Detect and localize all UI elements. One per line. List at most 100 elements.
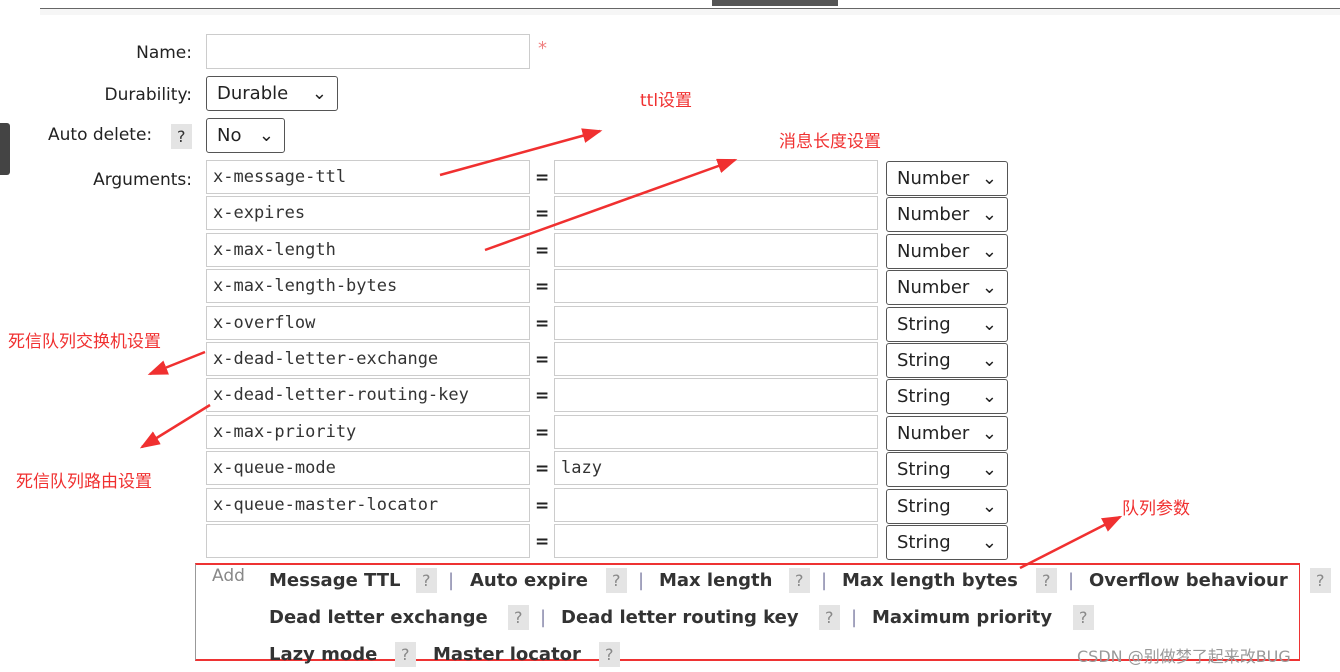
name-label: Name: bbox=[136, 43, 192, 63]
argument-value-input[interactable] bbox=[554, 378, 878, 413]
add-link[interactable]: Message TTL bbox=[269, 570, 401, 591]
help-icon[interactable]: ? bbox=[819, 605, 840, 630]
add-link[interactable]: Master locator bbox=[433, 644, 581, 665]
help-icon[interactable]: ? bbox=[508, 605, 529, 630]
argument-key-input[interactable] bbox=[206, 524, 530, 558]
add-link[interactable]: Maximum priority bbox=[872, 607, 1052, 628]
argument-value-input[interactable] bbox=[554, 232, 878, 267]
add-link[interactable]: Dead letter exchange bbox=[269, 607, 488, 628]
argument-key-input[interactable]: x-max-length bbox=[206, 232, 530, 267]
chevron-down-icon: ⌄ bbox=[981, 495, 997, 517]
chevron-down-icon: ⌄ bbox=[311, 83, 327, 104]
argument-type-value: Number bbox=[897, 240, 970, 262]
argument-key-input[interactable]: x-dead-letter-routing-key bbox=[206, 378, 530, 413]
arrow-dlx bbox=[147, 350, 206, 376]
annotation-dlrk: 死信队列路由设置 bbox=[16, 472, 152, 492]
arguments-label: Arguments: bbox=[93, 170, 192, 190]
argument-type-select[interactable]: Number ⌄ bbox=[886, 270, 1008, 306]
separator: | bbox=[540, 607, 547, 628]
chevron-down-icon: ⌄ bbox=[981, 240, 997, 262]
chevron-down-icon: ⌄ bbox=[981, 422, 997, 444]
argument-key-input[interactable]: x-expires bbox=[206, 196, 530, 231]
help-icon[interactable]: ? bbox=[1310, 568, 1331, 593]
argument-type-value: String bbox=[897, 459, 951, 481]
chevron-down-icon: ⌄ bbox=[981, 459, 997, 481]
equals-sign: = bbox=[535, 386, 550, 407]
add-link[interactable]: Max length bbox=[659, 570, 772, 591]
add-link[interactable]: Auto expire bbox=[470, 570, 588, 591]
argument-key-input[interactable]: x-overflow bbox=[206, 305, 530, 340]
equals-sign: = bbox=[535, 313, 550, 334]
argument-type-value: Number bbox=[897, 277, 970, 299]
argument-value-input[interactable] bbox=[554, 487, 878, 522]
argument-type-select[interactable]: String ⌄ bbox=[886, 488, 1008, 524]
argument-value-input[interactable]: lazy bbox=[554, 451, 878, 486]
help-icon[interactable]: ? bbox=[1036, 568, 1057, 593]
name-input[interactable] bbox=[206, 34, 530, 69]
help-icon[interactable]: ? bbox=[599, 642, 620, 667]
help-icon[interactable]: ? bbox=[395, 642, 416, 667]
durability-value: Durable bbox=[217, 83, 289, 104]
chevron-down-icon: ⌄ bbox=[981, 204, 997, 226]
required-mark: * bbox=[538, 38, 547, 59]
argument-key-input[interactable]: x-max-length-bytes bbox=[206, 269, 530, 304]
argument-value-input[interactable] bbox=[554, 196, 878, 231]
argument-value-input[interactable] bbox=[554, 342, 878, 376]
durability-select[interactable]: Durable ⌄ bbox=[206, 76, 338, 111]
argument-type-select[interactable]: Number ⌄ bbox=[886, 197, 1008, 233]
help-icon[interactable]: ? bbox=[416, 568, 437, 593]
argument-type-value: String bbox=[897, 532, 951, 553]
add-link[interactable]: Dead letter routing key bbox=[561, 607, 799, 628]
equals-sign: = bbox=[535, 204, 550, 225]
chevron-down-icon: ⌄ bbox=[981, 532, 997, 553]
watermark: CSDN @别做梦了起来改BUG bbox=[1077, 647, 1291, 666]
equals-sign: = bbox=[535, 277, 550, 298]
help-icon[interactable]: ? bbox=[1073, 605, 1094, 630]
argument-value-input[interactable] bbox=[554, 269, 878, 304]
argument-value-input[interactable] bbox=[554, 160, 878, 194]
add-link[interactable]: Max length bytes bbox=[842, 570, 1018, 591]
add-link[interactable]: Overflow behaviour bbox=[1089, 570, 1288, 591]
durability-label: Durability: bbox=[104, 85, 192, 105]
argument-type-select[interactable]: Number ⌄ bbox=[886, 415, 1008, 451]
argument-type-value: String bbox=[897, 386, 951, 408]
auto-delete-select[interactable]: No ⌄ bbox=[206, 118, 285, 153]
auto-delete-label: Auto delete: bbox=[48, 125, 153, 145]
argument-value-input[interactable] bbox=[554, 305, 878, 340]
side-widget[interactable] bbox=[0, 123, 10, 175]
argument-type-select[interactable]: Number ⌄ bbox=[886, 161, 1008, 196]
argument-key-input[interactable]: x-queue-mode bbox=[206, 451, 530, 486]
argument-type-select[interactable]: Number ⌄ bbox=[886, 233, 1008, 269]
argument-value-input[interactable] bbox=[554, 524, 878, 558]
equals-sign: = bbox=[535, 240, 550, 261]
auto-delete-help[interactable]: ? bbox=[171, 124, 192, 149]
auto-delete-value: No bbox=[217, 125, 242, 146]
argument-type-value: String bbox=[897, 350, 951, 371]
help-icon[interactable]: ? bbox=[606, 568, 627, 593]
argument-type-select[interactable]: String ⌄ bbox=[886, 379, 1008, 415]
argument-key-input[interactable]: x-dead-letter-exchange bbox=[206, 342, 530, 376]
chevron-down-icon: ⌄ bbox=[981, 168, 997, 189]
argument-type-select[interactable]: String ⌄ bbox=[886, 306, 1008, 342]
separator: | bbox=[821, 570, 828, 591]
argument-type-value: Number bbox=[897, 422, 970, 444]
top-shade bbox=[40, 9, 1340, 15]
chevron-down-icon: ⌄ bbox=[258, 125, 274, 146]
argument-type-select[interactable]: String ⌄ bbox=[886, 343, 1008, 378]
argument-key-input[interactable]: x-queue-master-locator bbox=[206, 487, 530, 522]
equals-sign: = bbox=[535, 459, 550, 480]
argument-key-input[interactable]: x-message-ttl bbox=[206, 160, 530, 194]
equals-sign: = bbox=[535, 532, 550, 552]
argument-type-value: Number bbox=[897, 168, 970, 189]
separator: | bbox=[1068, 570, 1075, 591]
argument-type-select[interactable]: String ⌄ bbox=[886, 525, 1008, 560]
arrow-dlrk bbox=[139, 403, 211, 449]
help-icon[interactable]: ? bbox=[789, 568, 810, 593]
chevron-down-icon: ⌄ bbox=[981, 277, 997, 299]
argument-key-input[interactable]: x-max-priority bbox=[206, 414, 530, 449]
equals-sign: = bbox=[535, 350, 550, 370]
argument-type-select[interactable]: String ⌄ bbox=[886, 452, 1008, 488]
active-tab-indicator[interactable] bbox=[712, 0, 838, 6]
argument-value-input[interactable] bbox=[554, 414, 878, 449]
add-link[interactable]: Lazy mode bbox=[269, 644, 377, 665]
